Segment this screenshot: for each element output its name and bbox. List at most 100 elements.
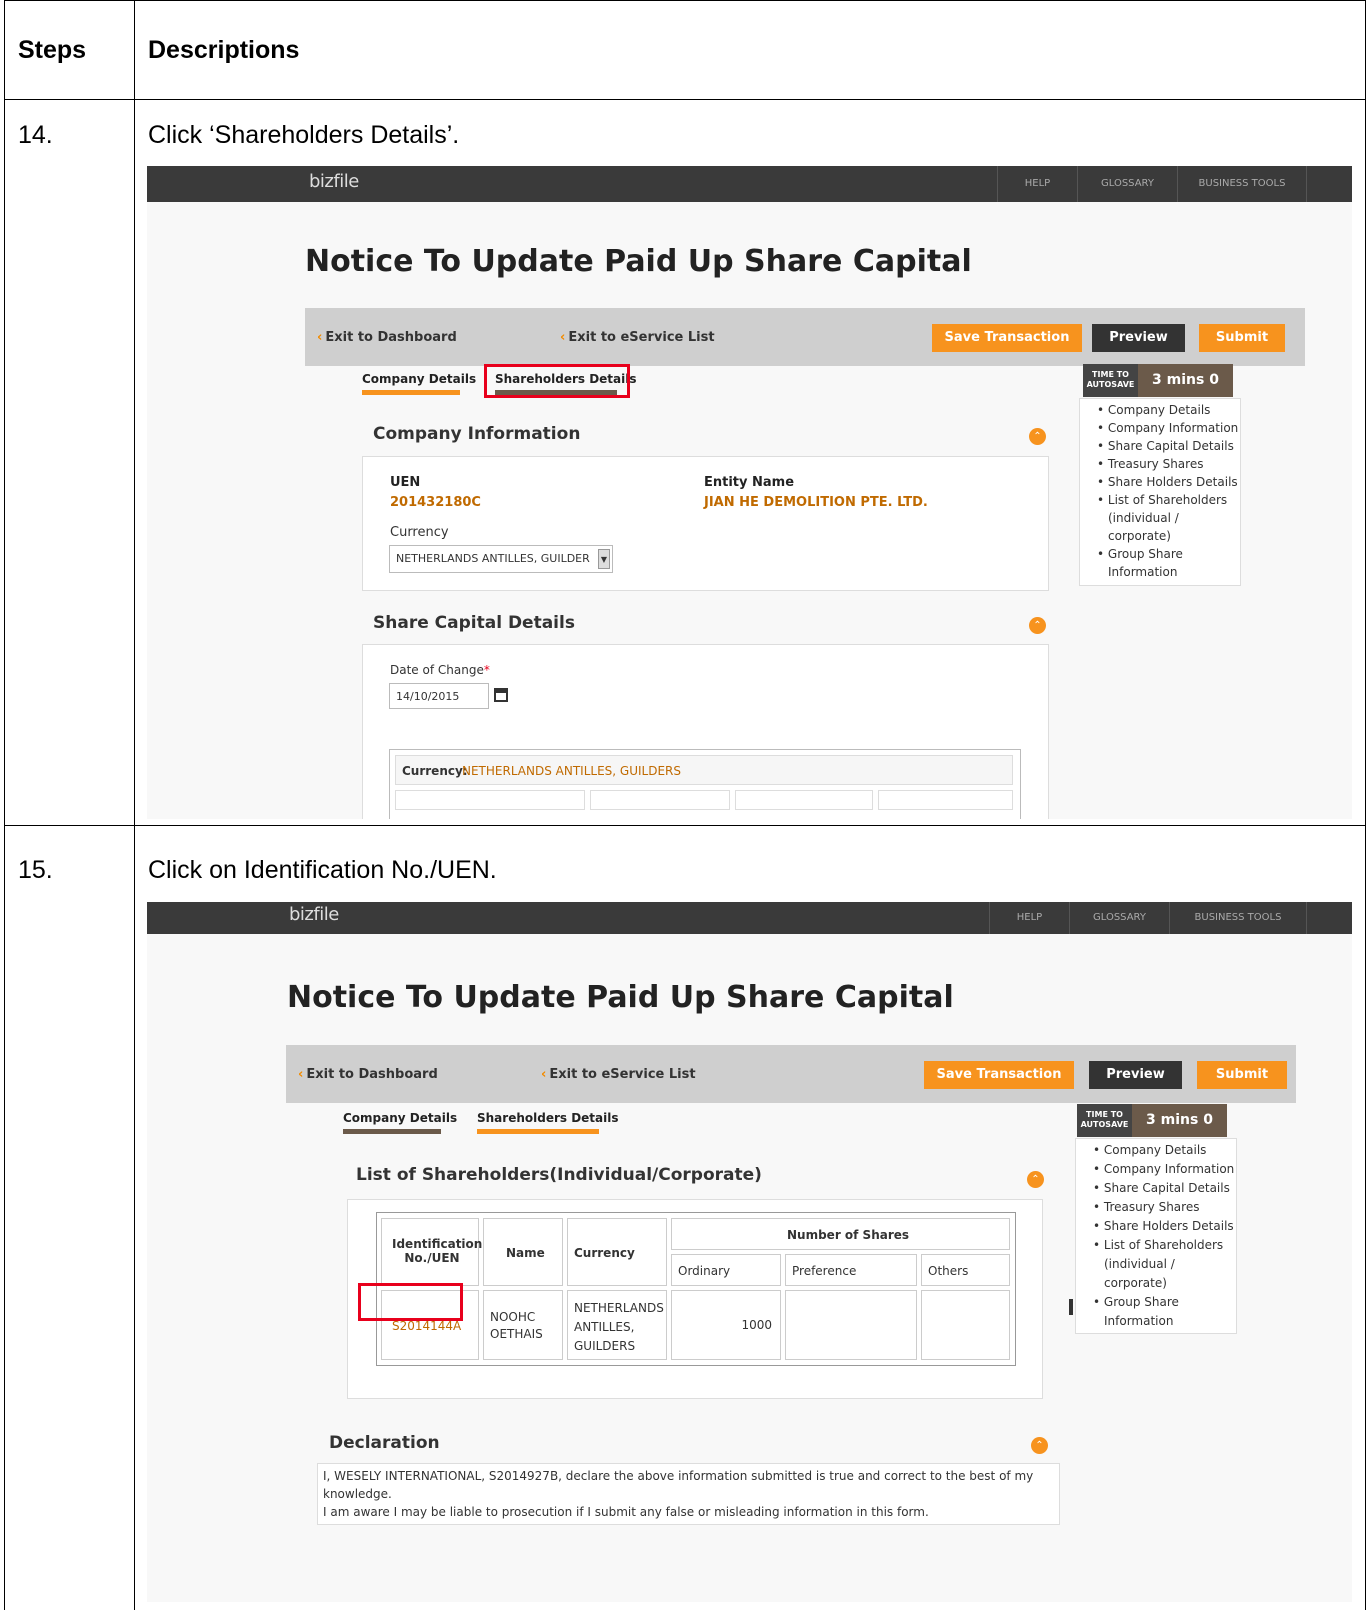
- highlight-box: [484, 364, 630, 398]
- top-nav-bar: bizfile HELP GLOSSARY BUSINESS TOOLS: [147, 166, 1352, 202]
- currency-row-value: NETHERLANDS ANTILLES, GUILDERS: [462, 764, 681, 778]
- exit-to-eservice-link[interactable]: ‹ Exit to eService List: [560, 330, 715, 345]
- step-description: Click on Identification No./UEN.: [148, 856, 497, 884]
- declaration-line: I, WESELY INTERNATIONAL, S2014927B, decl…: [323, 1469, 1034, 1483]
- nav-help[interactable]: HELP: [989, 902, 1069, 934]
- table-row-divider: [4, 99, 1366, 100]
- submit-button[interactable]: Submit: [1197, 1061, 1287, 1089]
- table-row-currency-cell: NETHERLANDS ANTILLES, GUILDERS: [567, 1290, 667, 1360]
- table-row-ordinary-cell: 1000: [671, 1290, 781, 1360]
- table-header-cell: [878, 790, 1013, 810]
- nav-business-tools[interactable]: BUSINESS TOOLS: [1169, 902, 1307, 934]
- shareholders-table: Identification No./UEN Name Currency Num…: [376, 1212, 1016, 1366]
- list-of-shareholders-heading: List of Shareholders(Individual/Corporat…: [356, 1165, 762, 1185]
- side-nav-item[interactable]: • Company Information: [1097, 421, 1238, 435]
- header-steps: Steps: [18, 36, 87, 64]
- side-nav-label: List of Shareholders: [1107, 493, 1228, 507]
- table-row-name-cell: NOOHC OETHAIS: [483, 1290, 563, 1360]
- tab-company-details[interactable]: Company Details: [343, 1111, 457, 1129]
- autosave-timer: 3 mins 0 Sec: [1132, 1104, 1227, 1161]
- tab-shareholders-details[interactable]: Shareholders Details: [477, 1111, 619, 1129]
- chevron-left-icon: ‹: [541, 1067, 547, 1082]
- calendar-icon[interactable]: [494, 688, 508, 702]
- side-nav-item-cont: corporate): [1104, 1276, 1167, 1290]
- collapse-icon[interactable]: ⌃: [1029, 428, 1046, 445]
- side-nav-label: Share Holders Details: [1107, 475, 1238, 489]
- chevron-left-icon: ‹: [560, 330, 566, 345]
- save-transaction-button[interactable]: Save Transaction: [932, 324, 1082, 352]
- currency-select-value: NETHERLANDS ANTILLES, GUILDER: [396, 552, 590, 565]
- side-nav-item[interactable]: • Share Holders Details: [1093, 1219, 1234, 1233]
- step-number: 15.: [18, 856, 53, 884]
- date-of-change-label: Date of Change*: [390, 663, 490, 677]
- company-information-heading: Company Information: [373, 424, 581, 444]
- exit-to-eservice-link[interactable]: ‹ Exit to eService List: [541, 1067, 696, 1082]
- uen-value: 201432180C: [390, 495, 481, 510]
- header-currency: Currency: [567, 1218, 667, 1286]
- tab-company-details[interactable]: Company Details: [362, 372, 476, 390]
- header-number-of-shares: Number of Shares: [671, 1218, 1010, 1250]
- collapse-icon[interactable]: ⌃: [1029, 617, 1046, 634]
- side-nav-item[interactable]: • Share Holders Details: [1097, 475, 1238, 489]
- side-nav-item[interactable]: • Group Share: [1093, 1295, 1179, 1309]
- side-nav-item-cont: (individual /: [1104, 1257, 1175, 1271]
- nav-glossary[interactable]: GLOSSARY: [1077, 166, 1177, 202]
- side-nav-label: Share Capital Details: [1103, 1181, 1230, 1195]
- header-preference: Preference: [785, 1254, 917, 1286]
- side-nav-item[interactable]: • Treasury Shares: [1093, 1200, 1199, 1214]
- collapse-icon[interactable]: ⌃: [1027, 1171, 1044, 1188]
- nav-glossary[interactable]: GLOSSARY: [1069, 902, 1169, 934]
- autosave-timer: 3 mins 0 Sec: [1138, 364, 1233, 421]
- exit-to-dashboard-link[interactable]: ‹ Exit to Dashboard: [298, 1067, 438, 1082]
- declaration-heading: Declaration: [329, 1433, 440, 1453]
- exit-to-dashboard-link[interactable]: ‹ Exit to Dashboard: [317, 330, 457, 345]
- side-nav-item[interactable]: • Share Capital Details: [1093, 1181, 1230, 1195]
- side-nav-item[interactable]: • List of Shareholders: [1097, 493, 1227, 507]
- side-nav-label: List of Shareholders: [1103, 1238, 1224, 1252]
- header-descriptions: Descriptions: [148, 36, 300, 64]
- side-nav-label: Company Details: [1107, 403, 1211, 417]
- collapse-icon[interactable]: ⌃: [1031, 1437, 1048, 1454]
- preview-button[interactable]: Preview: [1092, 324, 1185, 352]
- step-number: 14.: [18, 121, 53, 149]
- side-nav-item[interactable]: • Treasury Shares: [1097, 457, 1203, 471]
- side-nav-label: Share Holders Details: [1103, 1219, 1234, 1233]
- share-capital-panel: Date of Change* 14/10/2015 Currency: NET…: [362, 644, 1049, 819]
- required-marker: *: [483, 663, 490, 677]
- date-of-change-input[interactable]: 14/10/2015: [389, 683, 489, 709]
- side-nav: • Company Details • Company Information …: [1075, 1138, 1237, 1334]
- side-nav-item-cont: Information: [1104, 1314, 1174, 1328]
- header-preference-text: Preference: [792, 1264, 857, 1278]
- nav-business-tools[interactable]: BUSINESS TOOLS: [1177, 166, 1307, 202]
- top-nav-bar: bizfile HELP GLOSSARY BUSINESS TOOLS: [147, 902, 1352, 934]
- side-nav-item[interactable]: • Share Capital Details: [1097, 439, 1234, 453]
- save-transaction-button[interactable]: Save Transaction: [924, 1061, 1074, 1089]
- chevron-down-icon[interactable]: ▼: [598, 549, 610, 569]
- submit-button[interactable]: Submit: [1199, 324, 1285, 352]
- exit-dashboard-label: Exit to Dashboard: [306, 1067, 438, 1082]
- autosave-badge: TIME TO AUTOSAVE: [1077, 1104, 1132, 1137]
- preview-button[interactable]: Preview: [1089, 1061, 1182, 1089]
- entity-name-value: JIAN HE DEMOLITION PTE. LTD.: [704, 495, 928, 510]
- table-header-cell: [395, 790, 585, 810]
- action-bar: ‹ Exit to Dashboard ‹ Exit to eService Lis…: [305, 308, 1305, 366]
- header-ordinary: Ordinary: [671, 1254, 781, 1286]
- shareholder-name: NOOHC OETHAIS: [490, 1310, 543, 1341]
- side-nav-item[interactable]: • List of Shareholders: [1093, 1238, 1223, 1252]
- declaration-line: I am aware I may be liable to prosecutio…: [323, 1505, 929, 1519]
- side-nav-item[interactable]: • Company Details: [1097, 403, 1210, 417]
- side-nav-item[interactable]: • Company Details: [1093, 1143, 1206, 1157]
- share-capital-table: Currency: NETHERLANDS ANTILLES, GUILDERS: [389, 749, 1021, 819]
- side-nav-item[interactable]: • Company Information: [1093, 1162, 1234, 1176]
- side-nav-label: Treasury Shares: [1103, 1200, 1200, 1214]
- side-nav-item[interactable]: • Group Share: [1097, 547, 1183, 561]
- scroll-handle[interactable]: [1069, 1299, 1073, 1315]
- table-header-cell: [590, 790, 730, 810]
- table-border-top: [4, 0, 1366, 1]
- table-row-preference-cell: [785, 1290, 917, 1360]
- tab-shareholders-underline: [477, 1129, 599, 1134]
- tab-company-underline: [343, 1129, 441, 1134]
- currency-select[interactable]: NETHERLANDS ANTILLES, GUILDER ▼: [389, 545, 613, 573]
- nav-help[interactable]: HELP: [997, 166, 1077, 202]
- shareholder-id-link[interactable]: S2014144A: [392, 1319, 461, 1333]
